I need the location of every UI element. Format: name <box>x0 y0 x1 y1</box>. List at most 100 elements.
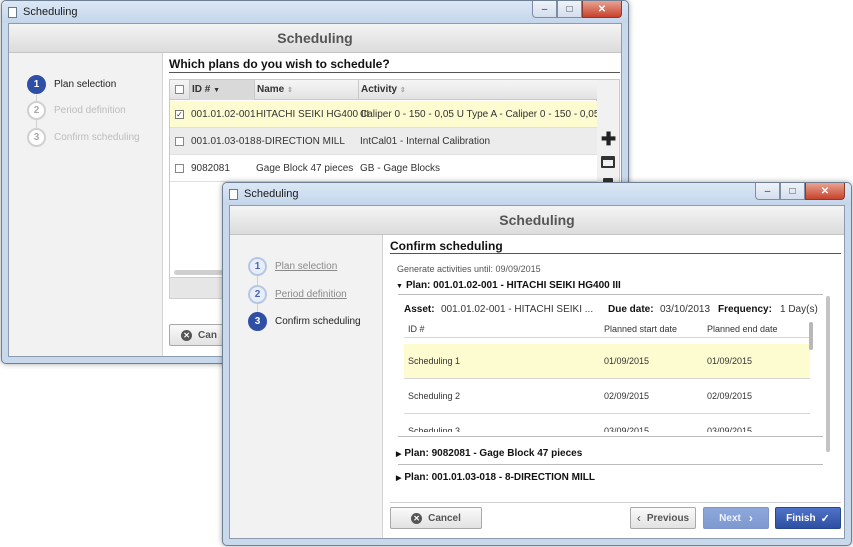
step-2: 2 Period definition <box>27 101 126 120</box>
generate-label: Generate activities until: 09/09/2015 <box>397 264 541 274</box>
select-all-checkbox[interactable] <box>175 85 184 94</box>
section-title: Confirm scheduling <box>390 239 503 253</box>
maximize-button[interactable]: □ <box>557 1 582 18</box>
cancel-button[interactable]: ✕ Cancel <box>390 507 482 529</box>
chevron-left-icon: ‹ <box>636 511 641 525</box>
cell-start: 02/09/2015 <box>604 391 650 401</box>
back-window-titlebar[interactable]: Scheduling – □ ✕ <box>2 1 628 23</box>
column-header-start: Planned start date <box>604 324 678 334</box>
cell-name: Gage Block 47 pieces <box>256 163 354 174</box>
plan-label: Plan: 001.01.03-018 - 8-DIRECTION MILL <box>404 472 596 483</box>
step-3: 3 Confirm scheduling <box>248 312 361 331</box>
add-icon[interactable]: ✚ <box>601 130 616 148</box>
table-row[interactable]: 001.01.03-018 8-DIRECTION MILL IntCal01 … <box>170 128 598 155</box>
document-icon <box>8 6 17 18</box>
grid-toolbar: ✚ <box>597 79 620 189</box>
step-1[interactable]: 1 Plan selection <box>248 257 337 276</box>
cancel-button[interactable]: ✕ Can <box>169 324 229 346</box>
cell-name: 8-DIRECTION MILL <box>256 136 345 147</box>
minimize-button[interactable]: – <box>532 1 557 18</box>
previous-button[interactable]: ‹ Previous <box>630 507 696 529</box>
column-header-id: ID # <box>408 324 425 334</box>
next-button[interactable]: Next › <box>703 507 769 529</box>
column-header-end: Planned end date <box>707 324 778 334</box>
table-scrollbar-thumb[interactable] <box>809 322 813 350</box>
table-row[interactable]: Scheduling 3 03/09/2015 03/09/2015 <box>404 414 810 432</box>
cancel-x-icon: ✕ <box>181 329 193 341</box>
next-label: Next <box>719 512 741 524</box>
table-header: ID # Planned start date Planned end date <box>404 322 810 338</box>
column-label: Name <box>257 84 285 95</box>
finish-button[interactable]: Finish ✓ <box>775 507 841 529</box>
footer-divider <box>390 502 841 503</box>
table-row[interactable]: Scheduling 1 01/09/2015 01/09/2015 <box>404 344 810 379</box>
cell-end: 01/09/2015 <box>707 356 753 366</box>
steps-panel: 1 Plan selection 2 Period definition 3 C… <box>9 53 163 356</box>
sort-desc-icon: ▼ <box>213 87 221 94</box>
step-number: 3 <box>27 128 46 147</box>
plan-divider <box>398 294 823 295</box>
table-row[interactable]: 9082081 Gage Block 47 pieces GB - Gage B… <box>170 155 598 182</box>
view-record-icon[interactable] <box>601 156 615 168</box>
step-number: 2 <box>248 285 267 304</box>
step-label: Confirm scheduling <box>275 316 361 327</box>
maximize-button[interactable]: □ <box>780 183 805 200</box>
table-row[interactable]: Scheduling 2 02/09/2015 02/09/2015 <box>404 379 810 414</box>
cell-start: 01/09/2015 <box>604 356 650 366</box>
dialog-header: Scheduling <box>9 24 621 53</box>
cell-name: HITACHI SEIKI HG400 III <box>256 109 370 120</box>
section-underline <box>390 253 841 254</box>
step-label: Plan selection <box>54 79 117 90</box>
row-checkbox[interactable] <box>175 164 184 173</box>
row-checkbox[interactable]: ✓ <box>175 110 184 119</box>
frequency-label: Frequency: <box>718 304 772 315</box>
plan-header-collapsed[interactable]: ▶ Plan: 001.01.03-018 - 8-DIRECTION MILL <box>396 472 595 483</box>
cell-activity: GB - Gage Blocks <box>360 163 441 174</box>
cell-end: 02/09/2015 <box>707 391 753 401</box>
due-date-value: 03/10/2013 <box>660 304 711 315</box>
step-label: Plan selection <box>275 261 338 272</box>
front-window-titlebar[interactable]: Scheduling – □ ✕ <box>223 183 851 205</box>
question-underline <box>169 72 620 73</box>
dialog-header: Scheduling <box>230 206 844 235</box>
asset-label: Asset: <box>404 304 435 315</box>
cell-id: 001.01.02-001 <box>191 109 256 120</box>
column-header-id[interactable]: ID # ▼ <box>189 80 254 100</box>
close-button[interactable]: ✕ <box>582 1 622 18</box>
column-label: Activity <box>361 84 398 95</box>
row-checkbox[interactable] <box>175 137 184 146</box>
cell-activity: IntCal01 - Internal Calibration <box>360 136 491 147</box>
step-3: 3 Confirm scheduling <box>27 128 140 147</box>
cell-id: Scheduling 2 <box>408 391 461 401</box>
step-label: Period definition <box>275 289 347 300</box>
window-title: Scheduling <box>244 188 299 200</box>
cell-id: 001.01.03-018 <box>191 136 256 147</box>
cell-id: 9082081 <box>191 163 230 174</box>
cancel-label: Cancel <box>428 512 461 524</box>
column-header-name[interactable]: Name ⇕ <box>254 80 358 100</box>
expand-triangle-icon: ▶ <box>396 475 402 482</box>
plan-header-collapsed[interactable]: ▶ Plan: 9082081 - Gage Block 47 pieces <box>396 448 582 459</box>
table-row[interactable]: ✓ 001.01.02-001 HITACHI SEIKI HG400 III … <box>170 101 598 128</box>
accordion-scrollbar[interactable] <box>826 296 830 452</box>
step-label: Confirm scheduling <box>54 132 140 143</box>
step-label: Period definition <box>54 105 126 116</box>
plan-header-expanded[interactable]: ▼ Plan: 001.01.02-001 - HITACHI SEIKI HG4… <box>396 280 621 291</box>
column-header-activity[interactable]: Activity ⇕ <box>358 80 598 100</box>
window-title: Scheduling <box>23 6 78 18</box>
plan-question: Which plans do you wish to schedule? <box>169 57 390 71</box>
front-window-client: Scheduling 1 Plan selection 2 Period def… <box>229 205 845 539</box>
due-date-label: Due date: <box>608 304 654 315</box>
step-1[interactable]: 1 Plan selection <box>27 75 116 94</box>
plan-divider <box>398 436 823 437</box>
column-label: ID # <box>192 84 211 95</box>
frequency-value: 1 Day(s) <box>780 304 818 315</box>
close-button[interactable]: ✕ <box>805 183 845 200</box>
minimize-button[interactable]: – <box>755 183 780 200</box>
step-number: 3 <box>248 312 267 331</box>
collapse-triangle-icon: ▼ <box>396 283 403 290</box>
step-number: 1 <box>248 257 267 276</box>
step-2[interactable]: 2 Period definition <box>248 285 347 304</box>
plan-label: Plan: 9082081 - Gage Block 47 pieces <box>404 448 583 459</box>
scheduling-table: ID # Planned start date Planned end date… <box>404 322 814 432</box>
